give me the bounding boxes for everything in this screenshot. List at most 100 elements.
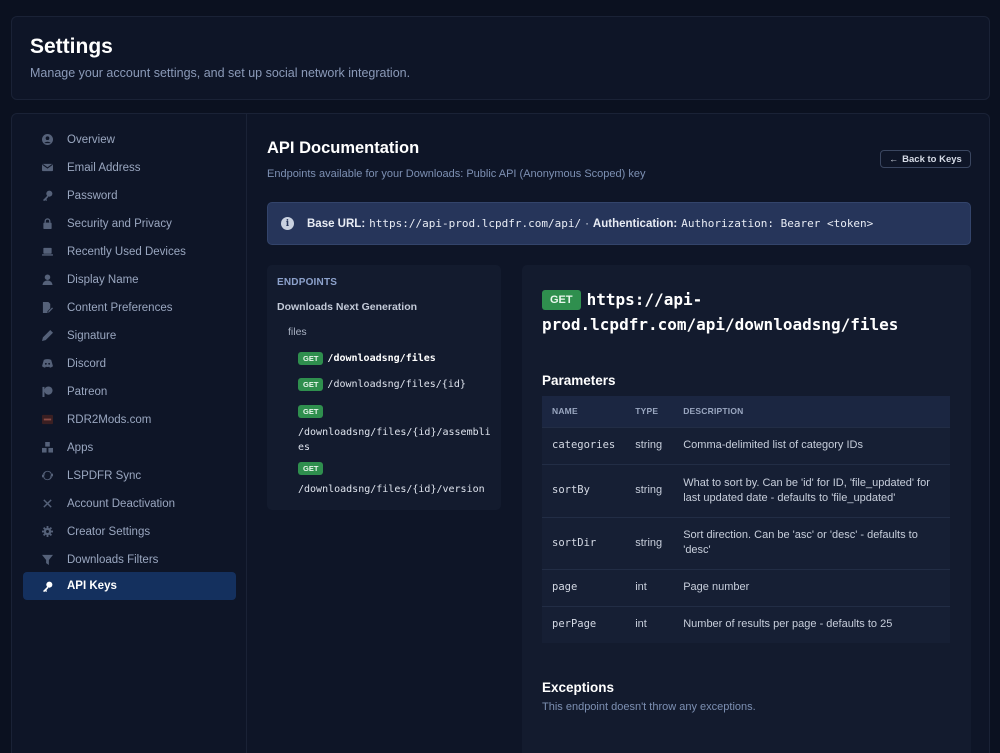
- sidebar-item-patreon[interactable]: Patreon: [23, 378, 236, 405]
- sidebar-item-security-and-privacy[interactable]: Security and Privacy: [23, 210, 236, 237]
- get-method-badge: GET: [542, 289, 581, 310]
- sidebar-item-label: Signature: [67, 329, 117, 342]
- table-header-row: NAME TYPE DESCRIPTION: [542, 396, 950, 427]
- sidebar-item-label: Password: [67, 189, 118, 202]
- pen-icon: [41, 330, 53, 342]
- sidebar-item-email-address[interactable]: Email Address: [23, 154, 236, 181]
- param-description: Comma-delimited list of category IDs: [673, 426, 950, 464]
- exceptions-heading: Exceptions: [542, 680, 615, 695]
- endpoint-url: https://api-prod.lcpdfr.com/api/download…: [542, 290, 899, 334]
- endpoint-item-version[interactable]: GET/downloadsng/files/{id}/version: [298, 460, 493, 497]
- param-name: sortBy: [542, 463, 626, 517]
- sidebar-item-discord[interactable]: Discord: [23, 350, 236, 377]
- sidebar-item-recently-used-devices[interactable]: Recently Used Devices: [23, 238, 236, 265]
- sidebar-item-label: Discord: [67, 357, 106, 370]
- parameters-heading: Parameters: [542, 373, 616, 388]
- sidebar-item-label: API Keys: [67, 580, 117, 592]
- filter-icon: [41, 554, 53, 566]
- sidebar-item-rdr2mods[interactable]: RDR2Mods.com: [23, 406, 236, 433]
- cubes-icon: [41, 442, 53, 454]
- sidebar-item-creator-settings[interactable]: Creator Settings: [23, 518, 236, 545]
- get-badge: GET: [298, 405, 324, 419]
- sidebar-item-content-preferences[interactable]: Content Preferences: [23, 294, 236, 321]
- table-row: categories string Comma-delimited list o…: [542, 426, 950, 464]
- sidebar-item-api-keys[interactable]: API Keys: [23, 572, 236, 600]
- file-pen-icon: [41, 302, 53, 314]
- sidebar-item-password[interactable]: Password: [23, 182, 236, 209]
- sidebar-item-label: RDR2Mods.com: [67, 413, 152, 426]
- sidebar-item-label: Overview: [67, 133, 115, 146]
- table-row: page int Page number: [542, 568, 950, 606]
- sidebar-item-label: Display Name: [67, 273, 139, 286]
- sidebar-item-label: Security and Privacy: [67, 217, 172, 230]
- sidebar-item-label: Downloads Filters: [67, 553, 159, 566]
- endpoint-item-files[interactable]: GET/downloadsng/files: [298, 350, 436, 368]
- sidebar-item-label: Patreon: [67, 385, 108, 398]
- user-circle-icon: [41, 134, 53, 146]
- endpoint-subgroup[interactable]: files: [288, 326, 307, 338]
- param-type: string: [625, 426, 674, 464]
- sidebar-item-label: Recently Used Devices: [67, 245, 186, 258]
- endpoint-item-file-by-id[interactable]: GET/downloadsng/files/{id}: [298, 376, 466, 394]
- gear-icon: [41, 526, 53, 538]
- settings-body: Overview Email Address Password Security…: [11, 113, 990, 753]
- get-badge: GET: [298, 352, 324, 366]
- column-header-type: TYPE: [625, 396, 674, 427]
- discord-icon: [41, 358, 53, 370]
- settings-header: Settings Manage your account settings, a…: [11, 16, 990, 100]
- key-icon: [41, 190, 53, 202]
- x-icon: [41, 498, 53, 510]
- param-type: string: [625, 463, 674, 517]
- endpoints-heading: ENDPOINTS: [277, 277, 338, 288]
- table-row: perPage int Number of results per page -…: [542, 605, 950, 643]
- auth-value: Authorization: Bearer <token>: [681, 217, 874, 230]
- param-description: What to sort by. Can be 'id' for ID, 'fi…: [673, 463, 950, 517]
- base-url-info-bar: i Base URL: https://api-prod.lcpdfr.com/…: [267, 202, 971, 245]
- column-header-description: DESCRIPTION: [673, 396, 950, 427]
- sidebar-item-label: Apps: [67, 441, 94, 454]
- param-description: Sort direction. Can be 'asc' or 'desc' -…: [673, 516, 950, 569]
- sidebar-item-downloads-filters[interactable]: Downloads Filters: [23, 546, 236, 573]
- endpoint-path: /downloadsng/files: [327, 353, 436, 365]
- get-badge: GET: [298, 378, 324, 392]
- sidebar-item-signature[interactable]: Signature: [23, 322, 236, 349]
- api-doc-title: API Documentation: [267, 139, 420, 157]
- envelope-icon: [41, 162, 53, 174]
- param-name: sortDir: [542, 516, 626, 569]
- sidebar-item-label: Creator Settings: [67, 525, 151, 538]
- param-type: string: [625, 516, 674, 569]
- sidebar-item-account-deactivation[interactable]: Account Deactivation: [23, 490, 236, 517]
- endpoint-item-assemblies[interactable]: GET/downloadsng/files/{id}/assemblies: [298, 403, 493, 455]
- back-to-keys-button[interactable]: ← Back to Keys: [880, 150, 971, 168]
- param-type: int: [625, 605, 674, 643]
- column-header-name: NAME: [542, 396, 626, 427]
- sidebar-item-label: LSPDFR Sync: [67, 469, 142, 482]
- param-name: perPage: [542, 605, 626, 643]
- endpoint-path: /downloadsng/files/{id}: [327, 379, 466, 391]
- exceptions-text: This endpoint doesn't throw any exceptio…: [542, 701, 756, 713]
- endpoint-detail-panel: GET https://api-prod.lcpdfr.com/api/downl…: [522, 265, 971, 753]
- endpoint-path: /downloadsng/files/{id}/assemblies: [298, 427, 491, 453]
- key-icon: [41, 580, 53, 592]
- sidebar-item-overview[interactable]: Overview: [23, 126, 236, 153]
- api-doc-subtitle: Endpoints available for your Downloads: …: [267, 168, 646, 180]
- sidebar-item-label: Content Preferences: [67, 301, 173, 314]
- endpoint-group[interactable]: Downloads Next Generation: [277, 301, 417, 313]
- rdr2mods-logo-icon: [41, 414, 53, 426]
- sidebar-item-apps[interactable]: Apps: [23, 434, 236, 461]
- page-title: Settings: [30, 35, 113, 58]
- param-description: Page number: [673, 568, 950, 606]
- param-name: page: [542, 568, 626, 606]
- table-row: sortDir string Sort direction. Can be 'a…: [542, 516, 950, 569]
- sidebar-item-lspdfr-sync[interactable]: LSPDFR Sync: [23, 462, 236, 489]
- lock-icon: [41, 218, 53, 230]
- base-url-label: Base URL:: [307, 217, 366, 230]
- table-row: sortBy string What to sort by. Can be 'i…: [542, 463, 950, 517]
- endpoints-panel: ENDPOINTS Downloads Next Generation file…: [267, 265, 501, 510]
- endpoint-detail-header: GET https://api-prod.lcpdfr.com/api/downl…: [542, 287, 952, 337]
- sidebar-item-label: Email Address: [67, 161, 141, 174]
- arrow-left-icon: ←: [889, 154, 899, 164]
- param-type: int: [625, 568, 674, 606]
- sidebar-item-display-name[interactable]: Display Name: [23, 266, 236, 293]
- param-description: Number of results per page - defaults to…: [673, 605, 950, 643]
